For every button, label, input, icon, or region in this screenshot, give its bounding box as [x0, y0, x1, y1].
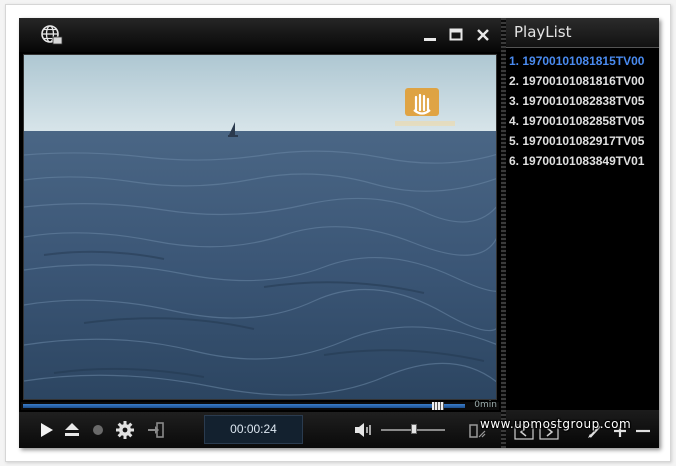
globe-icon[interactable] — [40, 24, 64, 46]
playlist-item[interactable]: 4. 19700101082858TV05 — [506, 111, 659, 131]
website-watermark: www.upmostgroup.com — [480, 417, 632, 431]
play-icon[interactable] — [37, 420, 57, 440]
video-display[interactable] — [23, 54, 497, 400]
duration-label: 0min — [474, 400, 497, 410]
playlist-item[interactable]: 1. 19700101081815TV00 — [506, 51, 659, 71]
minimize-icon[interactable] — [421, 26, 439, 44]
volume-slider-handle[interactable] — [411, 424, 417, 434]
playlist-item[interactable]: 2. 19700101081816TV00 — [506, 71, 659, 91]
playlist-item[interactable]: 3. 19700101082838TV05 — [506, 91, 659, 111]
volume-icon[interactable] — [353, 420, 373, 440]
video-frame — [24, 55, 496, 399]
remove-icon[interactable] — [633, 423, 653, 439]
close-icon[interactable] — [474, 26, 492, 44]
title-bar[interactable] — [19, 18, 501, 52]
playlist-panel: PlayList 1. 19700101081815TV00 2. 197001… — [506, 18, 659, 448]
seek-handle[interactable] — [432, 402, 444, 410]
record-icon[interactable] — [88, 420, 108, 440]
exit-icon[interactable] — [146, 420, 166, 440]
playlist-item[interactable]: 6. 19700101083849TV01 — [506, 151, 659, 171]
playlist-items: 1. 19700101081815TV00 2. 19700101081816T… — [506, 48, 659, 171]
playlist-title: PlayList — [506, 18, 659, 48]
eject-icon[interactable] — [62, 420, 82, 440]
control-bar: 00:00:24 — [19, 412, 501, 448]
maximize-icon[interactable] — [447, 26, 465, 44]
current-time-display: 00:00:24 — [204, 415, 303, 444]
gear-icon[interactable] — [115, 420, 135, 440]
playlist-item[interactable]: 5. 19700101082917TV05 — [506, 131, 659, 151]
media-player-window: 0min 00:00:24 PlayList 1. 19700101081815… — [19, 18, 659, 448]
seek-bar[interactable]: 0min — [21, 400, 499, 410]
seek-track[interactable] — [23, 404, 465, 408]
